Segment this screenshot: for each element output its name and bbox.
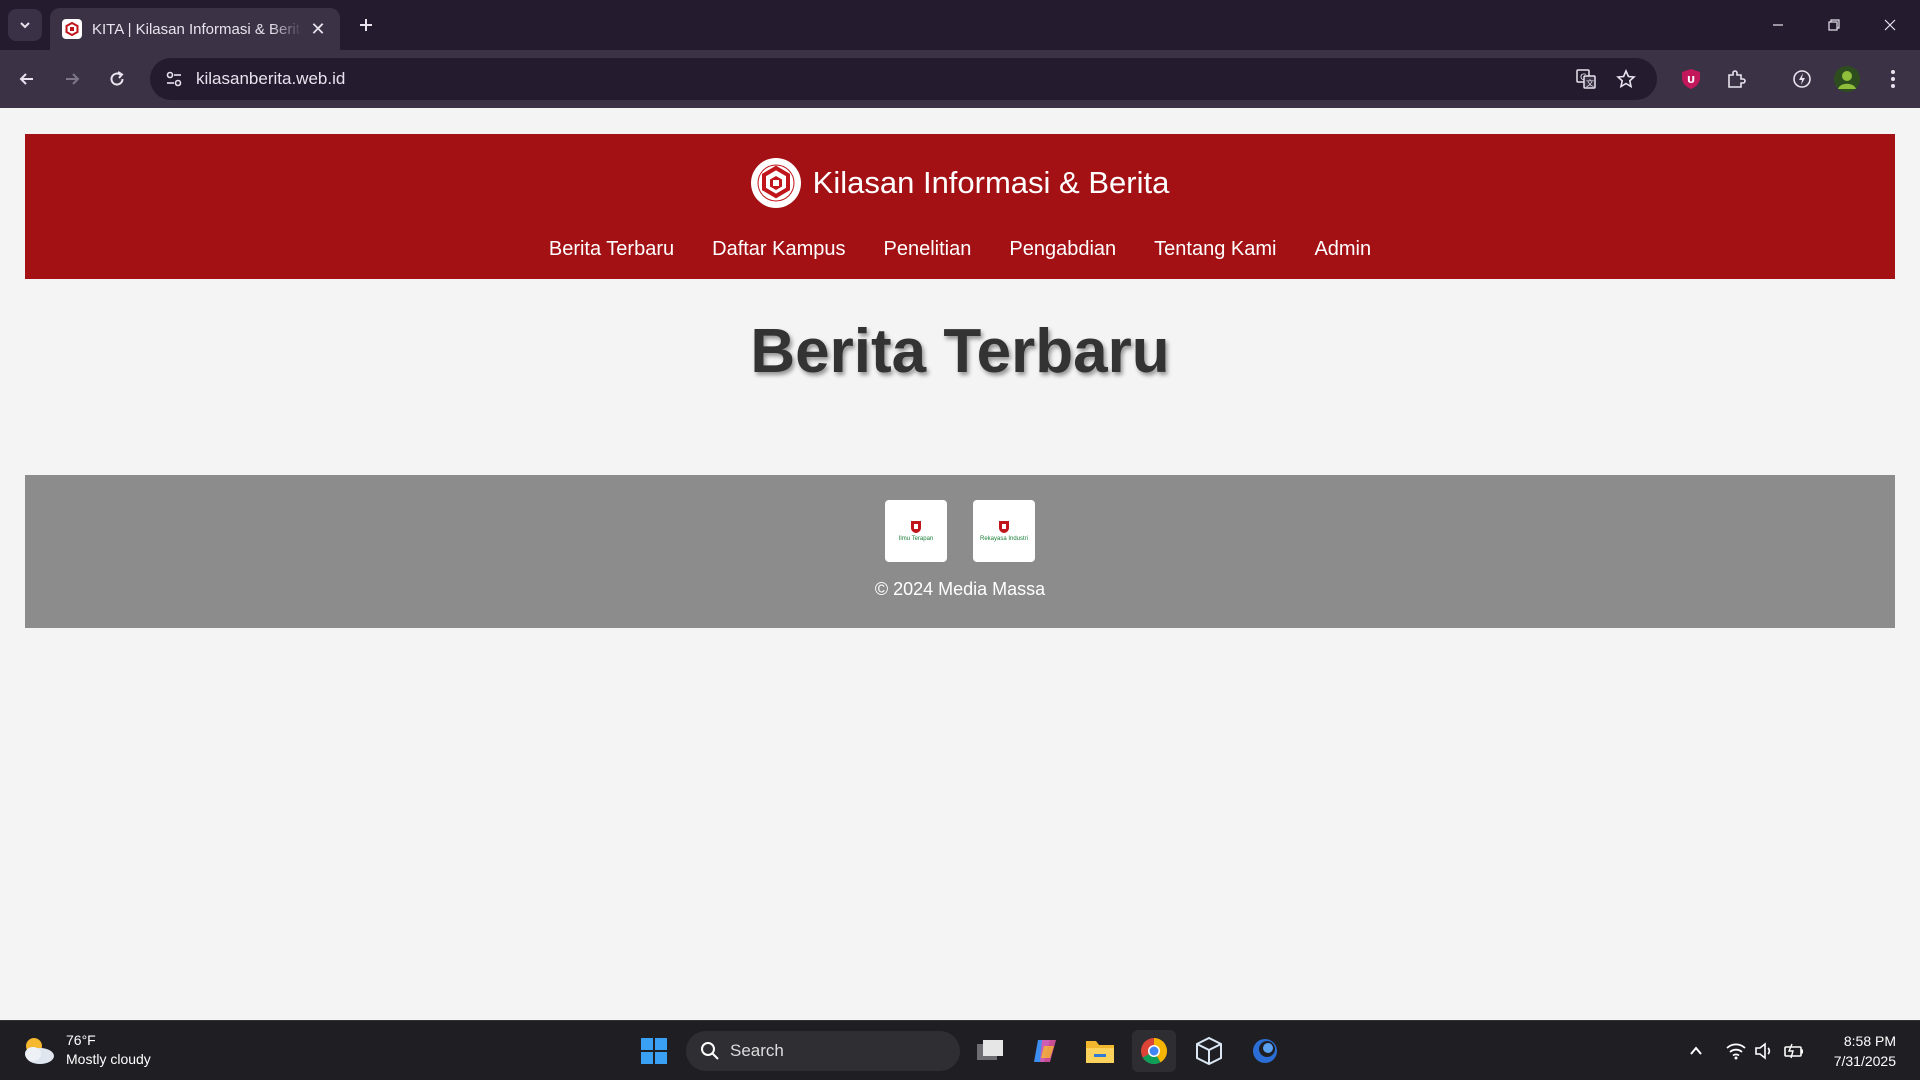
speedometer-icon <box>1793 70 1811 88</box>
search-icon <box>701 1042 719 1060</box>
site-header: Kilasan Informasi & Berita Berita Terbar… <box>25 134 1895 279</box>
system-clock[interactable]: 8:58 PM 7/31/2025 <box>1834 1031 1896 1071</box>
eclipse-icon <box>1253 1039 1277 1063</box>
nav-link-admin[interactable]: Admin <box>1314 238 1371 261</box>
reload-icon <box>110 71 124 86</box>
university-emblem-icon <box>911 520 921 533</box>
chrome-taskbar-button[interactable] <box>1132 1030 1176 1072</box>
arrow-left-icon <box>19 73 33 85</box>
weather-temperature: 76°F <box>66 1032 96 1048</box>
chrome-icon <box>1141 1038 1168 1065</box>
nav-link-penelitian[interactable]: Penelitian <box>884 238 972 261</box>
weather-condition: Mostly cloudy <box>66 1051 151 1067</box>
browser-toolbar: kilasanberita.web.id G文 U <box>0 50 1920 108</box>
forward-button[interactable] <box>55 62 89 96</box>
ublock-extension-button[interactable]: U <box>1676 64 1706 94</box>
browser-tab-bar: KITA | Kilasan Informasi & Berita ✕ <box>0 0 1920 50</box>
speaker-icon <box>1755 1042 1771 1060</box>
windows-logo-icon <box>641 1038 667 1064</box>
brand[interactable]: Kilasan Informasi & Berita <box>25 158 1895 208</box>
site-footer: Ilmu Terapan Rekayasa Industri © 2024 Me… <box>25 475 1895 628</box>
copyright-text: © 2024 Media Massa <box>874 579 1046 599</box>
nav-link-daftar-kampus[interactable]: Daftar Kampus <box>712 238 845 261</box>
more-vertical-icon <box>1891 70 1895 88</box>
close-window-button[interactable] <box>1862 0 1918 50</box>
arrow-right-icon <box>66 73 80 85</box>
close-icon <box>1884 19 1896 31</box>
browser-menu-button[interactable] <box>1878 64 1908 94</box>
avatar <box>1834 66 1860 92</box>
tune-icon <box>166 71 182 87</box>
restore-icon <box>1828 19 1840 31</box>
weather-widget[interactable]: 76°F Mostly cloudy <box>20 1031 151 1069</box>
copilot-button[interactable] <box>1023 1030 1067 1072</box>
browser-tab-active[interactable]: KITA | Kilasan Informasi & Berita ✕ <box>50 8 340 50</box>
svg-text:U: U <box>1687 75 1695 86</box>
kita-logo-icon <box>65 22 79 36</box>
minimize-icon <box>1773 24 1783 26</box>
minimize-button[interactable] <box>1750 0 1806 50</box>
taskbar: 76°F Mostly cloudy Search 8:58 PM 7/31/2… <box>0 1020 1920 1080</box>
chevron-down-icon <box>20 22 30 29</box>
task-view-button[interactable] <box>968 1030 1012 1072</box>
partner-logo-ilmu-terapan[interactable]: Ilmu Terapan <box>885 500 947 562</box>
puzzle-icon <box>1728 70 1746 88</box>
restore-button[interactable] <box>1806 0 1862 50</box>
nav-link-tentang-kami[interactable]: Tentang Kami <box>1154 238 1276 261</box>
chevron-up-icon <box>1690 1046 1702 1055</box>
site-title[interactable]: Kilasan Informasi & Berita <box>813 165 1170 201</box>
cloudy-weather-icon <box>25 1038 54 1064</box>
battery-charging-icon <box>1784 1043 1803 1059</box>
site-favicon <box>62 19 82 39</box>
folder-icon <box>1086 1041 1114 1063</box>
nav-link-pengabdian[interactable]: Pengabdian <box>1009 238 1116 261</box>
university-emblem-icon <box>999 520 1009 533</box>
clock-date: 7/31/2025 <box>1833 1053 1896 1069</box>
search-label: Search <box>730 1041 784 1060</box>
copilot-icon <box>1034 1040 1056 1062</box>
eclipse-button[interactable] <box>1243 1030 1287 1072</box>
new-tab-button[interactable] <box>352 11 380 39</box>
reload-button[interactable] <box>100 62 134 96</box>
page-title: Berita Terbaru <box>750 317 1170 386</box>
file-explorer-button[interactable] <box>1078 1030 1122 1072</box>
weather-text: 76°F Mostly cloudy <box>66 1031 151 1069</box>
site-logo[interactable] <box>750 158 801 208</box>
bookmark-button[interactable] <box>1614 67 1638 91</box>
kita-logo-icon <box>757 164 795 202</box>
clock-time: 8:58 PM <box>1843 1033 1896 1049</box>
translate-icon: G文 <box>1576 69 1596 89</box>
taskbar-search[interactable]: Search <box>686 1031 960 1071</box>
partner-logo-rekayasa-industri[interactable]: Rekayasa Industri <box>973 500 1035 562</box>
volume-status[interactable] <box>1752 1039 1776 1063</box>
extensions-button[interactable] <box>1721 64 1751 94</box>
plus-icon <box>360 19 372 31</box>
task-view-icon <box>977 1040 1003 1060</box>
star-icon <box>1616 69 1636 89</box>
show-hidden-icons-button[interactable] <box>1684 1039 1708 1063</box>
partner-name: Rekayasa Industri <box>979 535 1029 542</box>
profile-button[interactable] <box>1832 64 1862 94</box>
address-bar[interactable]: kilasanberita.web.id G文 <box>150 58 1657 100</box>
tab-title: KITA | Kilasan Informasi & Berita <box>92 20 302 38</box>
partner-name: Ilmu Terapan <box>898 535 934 542</box>
performance-button[interactable] <box>1787 64 1817 94</box>
shield-icon: U <box>1682 69 1700 89</box>
cube-icon <box>1196 1036 1222 1066</box>
tab-search-button[interactable] <box>8 9 42 41</box>
main-nav: Berita Terbaru Daftar Kampus Penelitian … <box>25 238 1895 261</box>
wifi-icon <box>1726 1043 1746 1060</box>
back-button[interactable] <box>10 62 44 96</box>
partner-logos: Ilmu Terapan Rekayasa Industri <box>25 500 1895 562</box>
start-button[interactable] <box>632 1030 676 1072</box>
translate-button[interactable]: G文 <box>1574 67 1598 91</box>
battery-status[interactable] <box>1782 1039 1806 1063</box>
close-tab-icon[interactable]: ✕ <box>308 19 328 40</box>
url-text[interactable]: kilasanberita.web.id <box>196 69 345 89</box>
nav-link-berita-terbaru[interactable]: Berita Terbaru <box>549 238 674 261</box>
svg-text:文: 文 <box>1586 78 1594 88</box>
wifi-status[interactable] <box>1724 1039 1748 1063</box>
virtualbox-button[interactable] <box>1187 1030 1231 1072</box>
site-info-icon[interactable] <box>162 67 186 91</box>
